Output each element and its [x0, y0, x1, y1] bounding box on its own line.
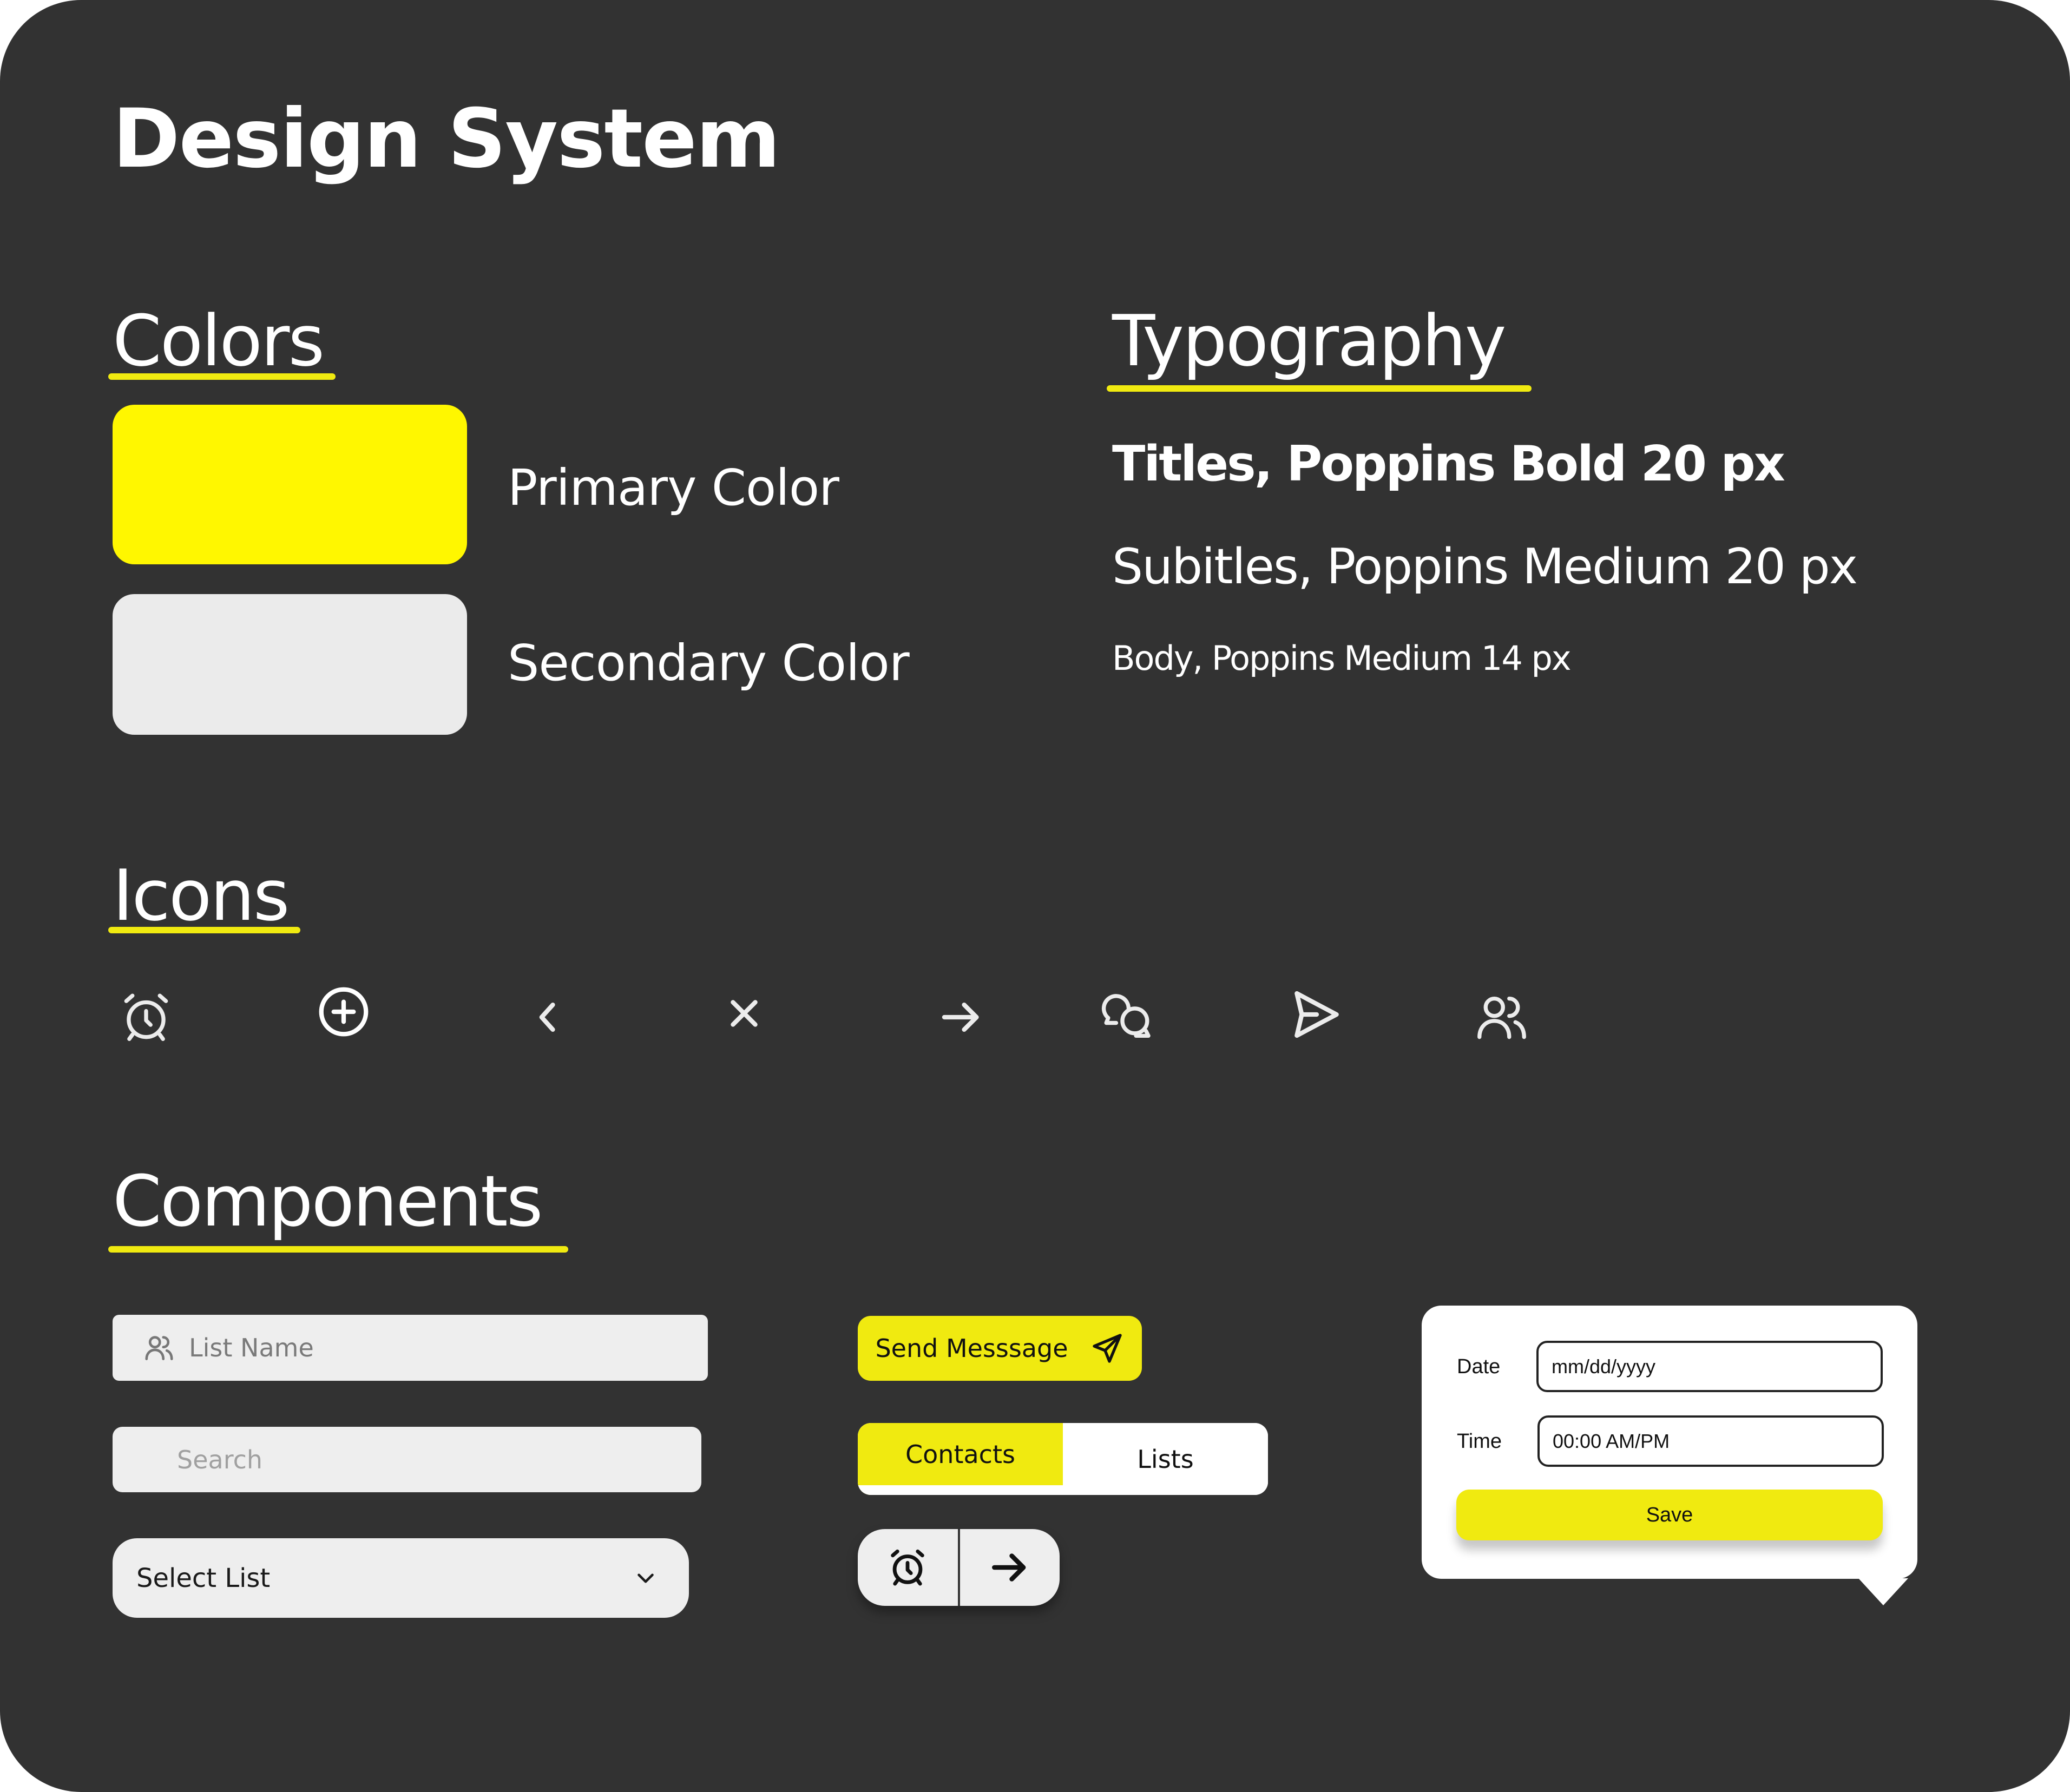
typography-body-sample: Body, Poppins Medium 14 px: [1112, 638, 1572, 678]
chevron-down-icon: [632, 1565, 659, 1592]
chevron-left-icon: [517, 987, 576, 1047]
icons-heading: Icons: [113, 854, 290, 937]
close-icon: [714, 984, 774, 1043]
alarm-button[interactable]: [858, 1529, 958, 1606]
list-name-field[interactable]: [113, 1315, 708, 1381]
save-button[interactable]: Save: [1456, 1490, 1883, 1540]
popup-tail: [1858, 1578, 1908, 1605]
tab-contacts[interactable]: Contacts: [858, 1423, 1063, 1495]
colors-underline: [108, 373, 336, 380]
schedule-popup: Date Time Save: [1422, 1306, 1917, 1579]
primary-color-label: Primary Color: [508, 459, 839, 517]
tab-lists[interactable]: Lists: [1063, 1423, 1268, 1495]
alarm-clock-icon: [116, 987, 176, 1047]
arrow-right-icon: [987, 1544, 1033, 1591]
select-list-value: Select List: [136, 1563, 271, 1593]
arrow-right-icon: [932, 987, 991, 1047]
arrow-right-button[interactable]: [960, 1529, 1060, 1606]
components-heading: Components: [113, 1160, 543, 1242]
secondary-color-label: Secondary Color: [508, 634, 910, 692]
colors-heading: Colors: [113, 300, 325, 382]
send-icon: [1287, 985, 1346, 1044]
select-list-dropdown[interactable]: Select List: [113, 1538, 689, 1618]
alarm-clock-icon: [885, 1545, 930, 1590]
secondary-color-swatch: [113, 594, 467, 735]
search-field[interactable]: [113, 1427, 701, 1492]
time-label: Time: [1457, 1430, 1502, 1453]
users-icon: [1472, 987, 1532, 1047]
users-icon: [142, 1331, 176, 1365]
send-message-button[interactable]: Send Messsage: [858, 1316, 1142, 1381]
send-icon: [1090, 1331, 1125, 1366]
primary-color-swatch: [113, 405, 467, 564]
page-title: Design System: [113, 92, 780, 186]
search-input[interactable]: [176, 1444, 701, 1475]
design-system-board: Design System Colors Primary Color Secon…: [0, 0, 2070, 1792]
typography-title-sample: Titles, Poppins Bold 20 px: [1112, 436, 1785, 492]
date-field[interactable]: [1536, 1341, 1883, 1392]
icons-underline: [108, 927, 300, 933]
time-input[interactable]: [1552, 1429, 1882, 1453]
contacts-lists-tabs: Contacts Lists: [858, 1423, 1268, 1495]
chat-bubbles-icon: [1101, 987, 1161, 1047]
date-label: Date: [1457, 1355, 1501, 1378]
components-underline: [108, 1246, 568, 1253]
typography-underline: [1107, 385, 1532, 392]
icon-button-group: [858, 1529, 1060, 1606]
send-message-label: Send Messsage: [875, 1334, 1068, 1363]
typography-subtitle-sample: Subitles, Poppins Medium 20 px: [1112, 538, 1858, 595]
time-field[interactable]: [1537, 1415, 1884, 1467]
date-input[interactable]: [1550, 1354, 1881, 1379]
plus-circle-icon: [314, 982, 373, 1042]
typography-heading: Typography: [1112, 300, 1507, 382]
list-name-input[interactable]: [188, 1333, 708, 1363]
